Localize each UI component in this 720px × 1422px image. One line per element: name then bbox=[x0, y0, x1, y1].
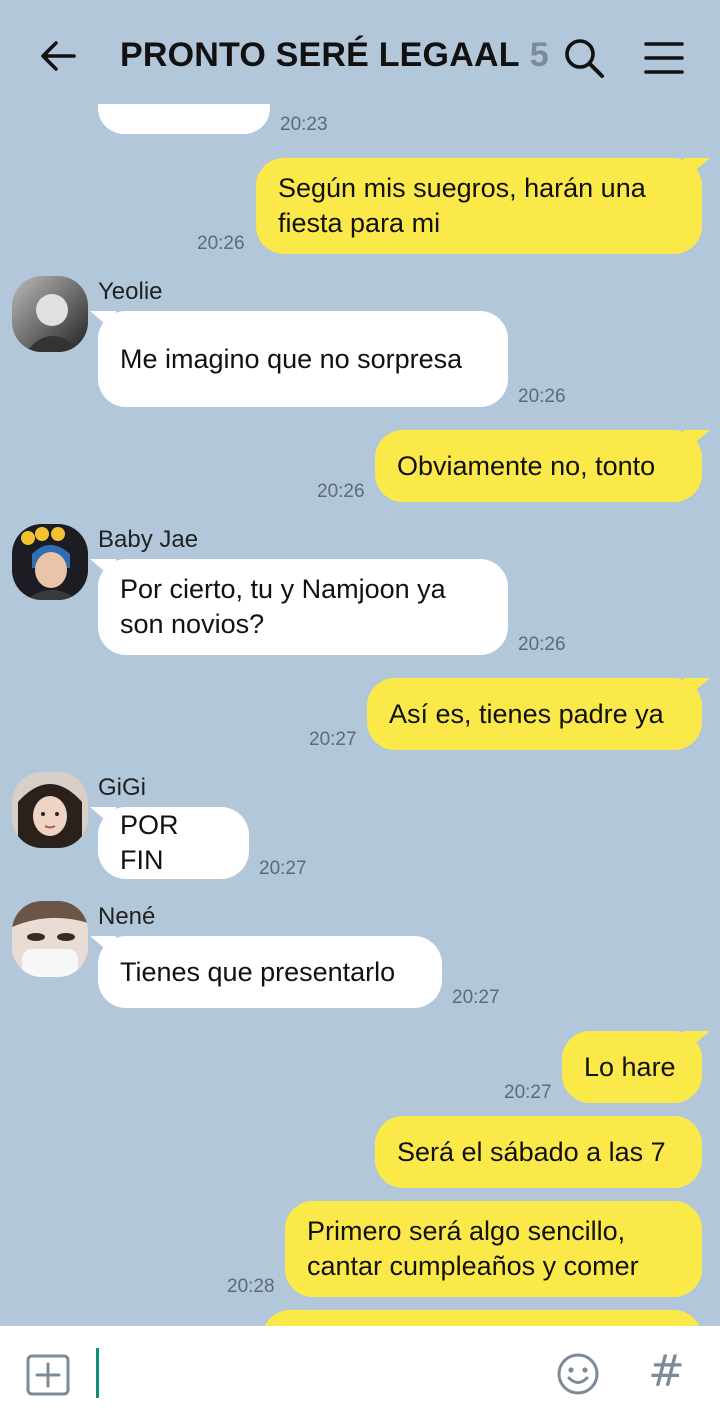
message-time: 20:28 bbox=[227, 1276, 275, 1297]
member-count: 5 bbox=[529, 36, 549, 74]
message-time: 20:26 bbox=[197, 233, 245, 254]
message-bubble-outgoing[interactable] bbox=[262, 1310, 702, 1326]
message-text: Será el sábado a las 7 bbox=[397, 1136, 666, 1167]
sender-name: GiGi bbox=[98, 774, 146, 801]
message-time: 20:27 bbox=[504, 1082, 552, 1103]
sender-name: Baby Jae bbox=[98, 526, 199, 553]
message-text: Por cierto, tu y Namjoon ya son novios? bbox=[120, 574, 446, 639]
message-text: Primero será algo sencillo, cantar cumpl… bbox=[307, 1216, 639, 1281]
arrow-left-icon[interactable] bbox=[36, 34, 80, 78]
avatar-nene[interactable] bbox=[12, 901, 88, 977]
chat-header: PRONTO SERÉ LEGAAL 5 bbox=[0, 0, 720, 104]
emoji-icon[interactable] bbox=[556, 1352, 600, 1396]
chat-area[interactable]: 20:23 Según mis suegros, harán una fiest… bbox=[0, 0, 720, 1326]
sender-name: Nené bbox=[98, 903, 156, 930]
message-bubble-outgoing[interactable]: Primero será algo sencillo, cantar cumpl… bbox=[285, 1201, 702, 1297]
message-bubble-outgoing[interactable]: Lo hare bbox=[562, 1031, 702, 1103]
avatar-gigi[interactable] bbox=[12, 772, 88, 848]
message-time: 20:26 bbox=[317, 481, 365, 502]
message-text: Tienes que presentarlo bbox=[120, 956, 396, 987]
hashtag-icon[interactable]: # bbox=[648, 1346, 685, 1397]
message-bubble-incoming[interactable]: Me imagino que no sorpresa bbox=[98, 311, 508, 407]
message-time: 20:27 bbox=[309, 729, 357, 750]
message-bubble-incoming[interactable]: Tienes que presentarlo bbox=[98, 936, 442, 1008]
message-text: Así es, tienes padre ya bbox=[389, 698, 664, 729]
message-text: Según mis suegros, harán una fiesta para… bbox=[278, 173, 646, 238]
avatar-baby-jae[interactable] bbox=[12, 524, 88, 600]
message-bubble-outgoing[interactable]: Así es, tienes padre ya bbox=[367, 678, 702, 750]
chat-title: PRONTO SERÉ LEGAAL 5 bbox=[120, 36, 549, 75]
message-bubble-outgoing[interactable]: Según mis suegros, harán una fiesta para… bbox=[256, 158, 702, 254]
message-text: Obviamente no, tonto bbox=[397, 450, 656, 481]
message-text: Me imagino que no sorpresa bbox=[120, 343, 463, 374]
message-time: 20:26 bbox=[518, 634, 566, 655]
message-bubble-incoming[interactable]: POR FIN bbox=[98, 807, 249, 879]
message-text: POR FIN bbox=[120, 810, 179, 875]
message-time: 20:27 bbox=[259, 858, 307, 879]
plus-square-icon[interactable] bbox=[26, 1354, 70, 1396]
message-time: 20:23 bbox=[280, 114, 328, 135]
message-bubble-outgoing[interactable]: Será el sábado a las 7 bbox=[375, 1116, 702, 1188]
avatar-yeolie[interactable] bbox=[12, 276, 88, 352]
search-icon[interactable] bbox=[560, 34, 608, 82]
message-bubble-outgoing[interactable]: Obviamente no, tonto bbox=[375, 430, 702, 502]
message-bubble-incoming[interactable]: Por cierto, tu y Namjoon ya son novios? bbox=[98, 559, 508, 655]
hamburger-menu-icon[interactable] bbox=[640, 34, 688, 82]
message-composer: # bbox=[0, 1326, 720, 1422]
chat-title-text: PRONTO SERÉ LEGAAL bbox=[120, 36, 520, 74]
message-time: 20:26 bbox=[518, 386, 566, 407]
message-time: 20:27 bbox=[452, 987, 500, 1008]
message-text: Lo hare bbox=[584, 1051, 676, 1082]
message-input[interactable] bbox=[96, 1348, 99, 1398]
sender-name: Yeolie bbox=[98, 278, 163, 305]
